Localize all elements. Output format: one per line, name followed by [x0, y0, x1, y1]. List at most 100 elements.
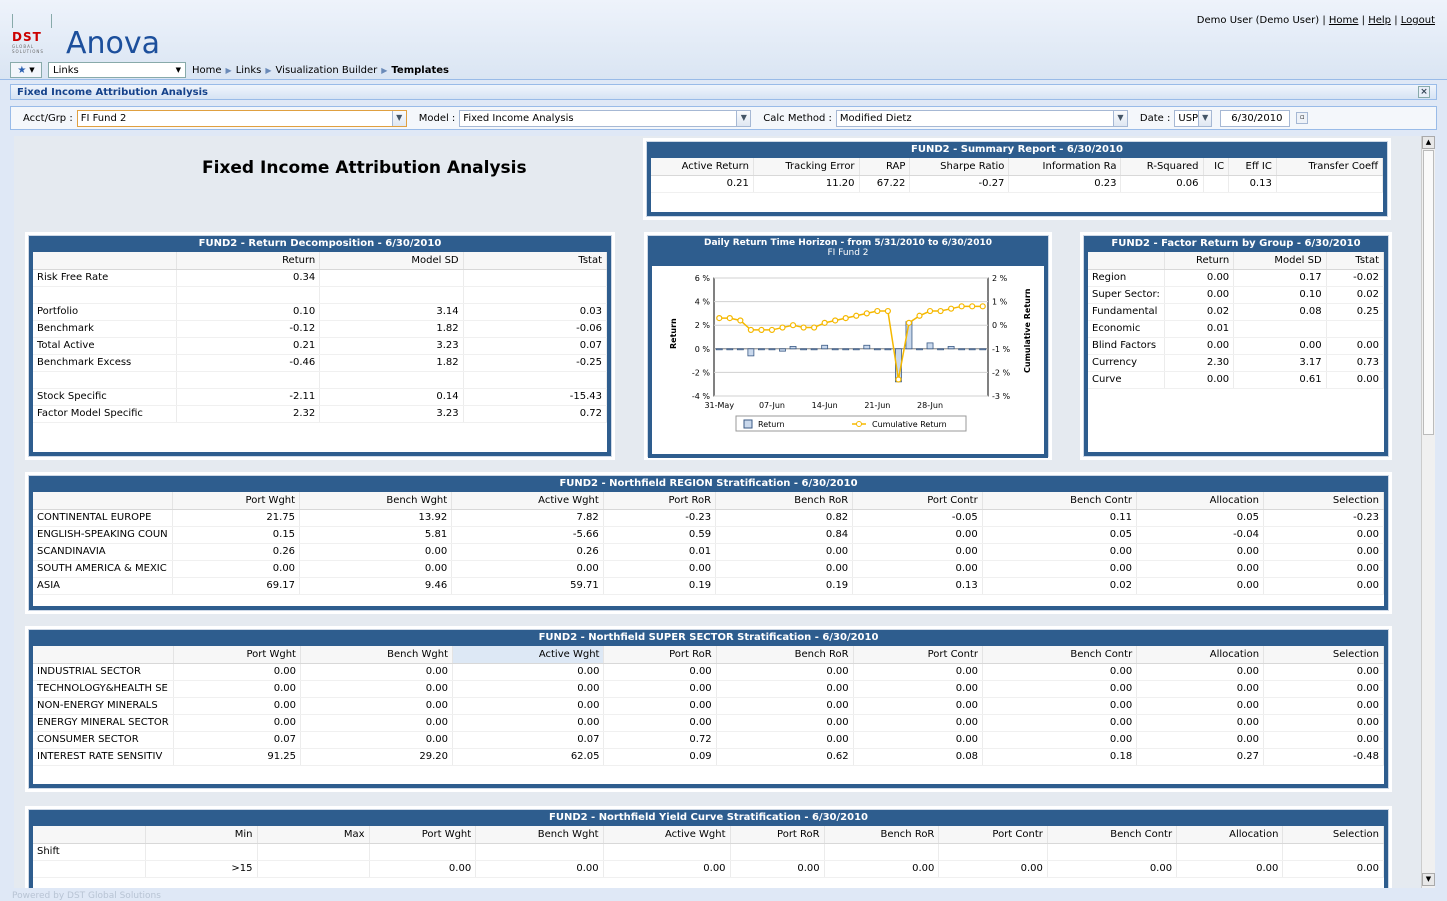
column-header[interactable]: Bench RoR	[715, 492, 854, 510]
column-header[interactable]	[1088, 252, 1165, 270]
column-header[interactable]: Bench Wght	[299, 492, 453, 510]
column-header[interactable]	[33, 252, 177, 270]
table-row[interactable]: Blind Factors 0.00 0.00 0.00	[1088, 337, 1385, 355]
links-select[interactable]: Links ▼	[48, 62, 186, 78]
column-header[interactable]: Bench Contr	[982, 646, 1138, 664]
scroll-up-icon[interactable]: ▲	[1422, 136, 1435, 149]
column-header[interactable]: IC	[1203, 158, 1230, 176]
scroll-down-icon[interactable]: ▼	[1422, 873, 1435, 886]
table-row[interactable]: Currency 2.30 3.17 0.73	[1088, 354, 1385, 372]
column-header[interactable]: Bench RoR	[824, 826, 940, 844]
vertical-scrollbar[interactable]: ▲ ▼	[1421, 136, 1435, 888]
column-header[interactable]: Bench Wght	[300, 646, 453, 664]
table-row[interactable]: Risk Free Rate 0.34	[33, 269, 608, 287]
table-row[interactable]: CONSUMER SECTOR 0.07 0.00 0.07 0.72 0.00 0.00 0…	[33, 731, 1384, 749]
chevron-down-icon[interactable]: ▼	[1112, 110, 1127, 126]
column-header[interactable]: Port Contr	[938, 826, 1048, 844]
column-header[interactable]: Bench Contr	[1047, 826, 1178, 844]
column-header[interactable]: Port Wght	[369, 826, 477, 844]
table-row[interactable]: Stock Specific -2.11 0.14 -15.43	[33, 388, 608, 406]
column-header[interactable]	[33, 646, 174, 664]
table-row[interactable]: NON-ENERGY MINERALS 0.00 0.00 0.00 0.00 0.00 0…	[33, 697, 1384, 715]
acct-select[interactable]: FI Fund 2 ▼	[76, 109, 407, 127]
scroll-thumb[interactable]	[1423, 150, 1434, 435]
table-row[interactable]: ENERGY MINERAL SECTOR 0.00 0.00 0.00 0.00 0.0…	[33, 714, 1384, 732]
column-header[interactable]: Active Wght	[451, 492, 604, 510]
column-header[interactable]: Port RoR	[730, 826, 825, 844]
column-header[interactable]: R-Squared	[1120, 158, 1204, 176]
column-header[interactable]: Active Wght	[452, 646, 605, 664]
column-header[interactable]: Transfer Coeff	[1276, 158, 1384, 176]
model-select[interactable]: Fixed Income Analysis ▼	[459, 109, 752, 127]
column-header[interactable]: Active Wght	[603, 826, 731, 844]
table-row[interactable]: CONTINENTAL EUROPE 21.75 13.92 7.82 -0.23 0.8…	[33, 509, 1385, 527]
column-header[interactable]: RAP	[859, 158, 911, 176]
table-row[interactable]: Super Sector: 0.00 0.10 0.02	[1088, 286, 1385, 304]
table-row[interactable]: Economic 0.01	[1088, 320, 1385, 338]
table-row[interactable]: INTEREST RATE SENSITIV 91.25 29.20 62.05 0.0…	[33, 748, 1384, 766]
column-header[interactable]: Return	[1164, 252, 1235, 270]
column-header[interactable]: Bench Wght	[475, 826, 604, 844]
table-row[interactable]	[33, 371, 608, 389]
table-row[interactable]: >15 0.00 0.00 0.00 0.00 0.00 0.00 0.00 0.00 0.00	[33, 860, 1384, 878]
currency-select[interactable]: USP ▼	[1174, 109, 1213, 127]
table-row[interactable]	[33, 286, 608, 304]
table-row[interactable]: INDUSTRIAL SECTOR 0.00 0.00 0.00 0.00 0.00 0.0…	[33, 663, 1384, 681]
column-header[interactable]: Bench RoR	[716, 646, 854, 664]
table-row[interactable]: SOUTH AMERICA & MEXIC 0.00 0.00 0.00 0.00 0.0…	[33, 560, 1385, 578]
column-header[interactable]: Port RoR	[603, 646, 717, 664]
column-header[interactable]: Max	[257, 826, 370, 844]
table-row[interactable]: SCANDINAVIA 0.26 0.00 0.26 0.01 0.00 0.00 0.00 0…	[33, 543, 1385, 561]
logout-link[interactable]: Logout	[1401, 15, 1435, 26]
table-row[interactable]: Fundamental 0.02 0.08 0.25	[1088, 303, 1385, 321]
breadcrumb-visualization-builder[interactable]: Visualization Builder	[276, 65, 378, 76]
column-header[interactable]	[33, 826, 146, 844]
table-row[interactable]: Benchmark -0.12 1.82 -0.06	[33, 320, 608, 338]
column-header[interactable]: Allocation	[1136, 646, 1265, 664]
column-header[interactable]: Port Contr	[853, 646, 984, 664]
column-header[interactable]: Tstat	[1326, 252, 1385, 270]
column-header[interactable]: Eff IC	[1228, 158, 1277, 176]
chevron-down-icon[interactable]: ▼	[391, 110, 406, 126]
column-header[interactable]: Bench Contr	[982, 492, 1138, 510]
column-header[interactable]: Return	[176, 252, 321, 270]
table-row[interactable]: ENGLISH-SPEAKING COUN 0.15 5.81 -5.66 0.59 0.…	[33, 526, 1385, 544]
column-header[interactable]: Allocation	[1136, 492, 1264, 510]
column-header[interactable]: Min	[145, 826, 258, 844]
column-header[interactable]: Selection	[1263, 646, 1384, 664]
table-row[interactable]: ASIA 69.17 9.46 59.71 0.19 0.19 0.13 0.02 0.00 0.…	[33, 577, 1385, 595]
column-header[interactable]: Port Contr	[852, 492, 983, 510]
favorites-button[interactable]: ★ ▼	[10, 62, 42, 78]
column-header[interactable]: Allocation	[1176, 826, 1284, 844]
column-header[interactable]: Tracking Error	[753, 158, 860, 176]
column-header[interactable]: Selection	[1282, 826, 1384, 844]
column-header[interactable]: Selection	[1263, 492, 1385, 510]
table-row[interactable]: Benchmark Excess -0.46 1.82 -0.25	[33, 354, 608, 372]
chevron-down-icon[interactable]: ▼	[736, 110, 751, 126]
table-row[interactable]: TECHNOLOGY&HEALTH SE 0.00 0.00 0.00 0.00 0.00…	[33, 680, 1384, 698]
calc-method-select[interactable]: Modified Dietz ▼	[835, 109, 1128, 127]
home-link[interactable]: Home	[1329, 15, 1359, 26]
chevron-down-icon[interactable]: ▼	[1198, 110, 1212, 126]
column-header[interactable]: Model SD	[1233, 252, 1327, 270]
column-header[interactable]: Port Wght	[173, 646, 301, 664]
breadcrumb-links[interactable]: Links	[236, 65, 262, 76]
table-row[interactable]: Region 0.00 0.17 -0.02	[1088, 269, 1385, 287]
column-header[interactable]: Information Ra	[1008, 158, 1122, 176]
breadcrumb-home[interactable]: Home	[192, 65, 222, 76]
column-header[interactable]: Port RoR	[603, 492, 717, 510]
table-row[interactable]: Curve 0.00 0.61 0.00	[1088, 371, 1385, 389]
table-row[interactable]: Factor Model Specific 2.32 3.23 0.72	[33, 405, 608, 423]
column-header[interactable]: Port Wght	[172, 492, 301, 510]
column-header[interactable]: Model SD	[319, 252, 464, 270]
help-link[interactable]: Help	[1368, 15, 1391, 26]
column-header[interactable]: Active Return	[651, 158, 754, 176]
column-header[interactable]: Tstat	[463, 252, 608, 270]
date-field[interactable]: 6/30/2010	[1220, 109, 1291, 127]
table-row[interactable]: Shift	[33, 843, 1384, 861]
calendar-icon[interactable]: ▫	[1296, 112, 1309, 124]
column-header[interactable]	[33, 492, 173, 510]
table-row[interactable]: Portfolio 0.10 3.14 0.03	[33, 303, 608, 321]
table-row[interactable]: Total Active 0.21 3.23 0.07	[33, 337, 608, 355]
column-header[interactable]: Sharpe Ratio	[909, 158, 1010, 176]
